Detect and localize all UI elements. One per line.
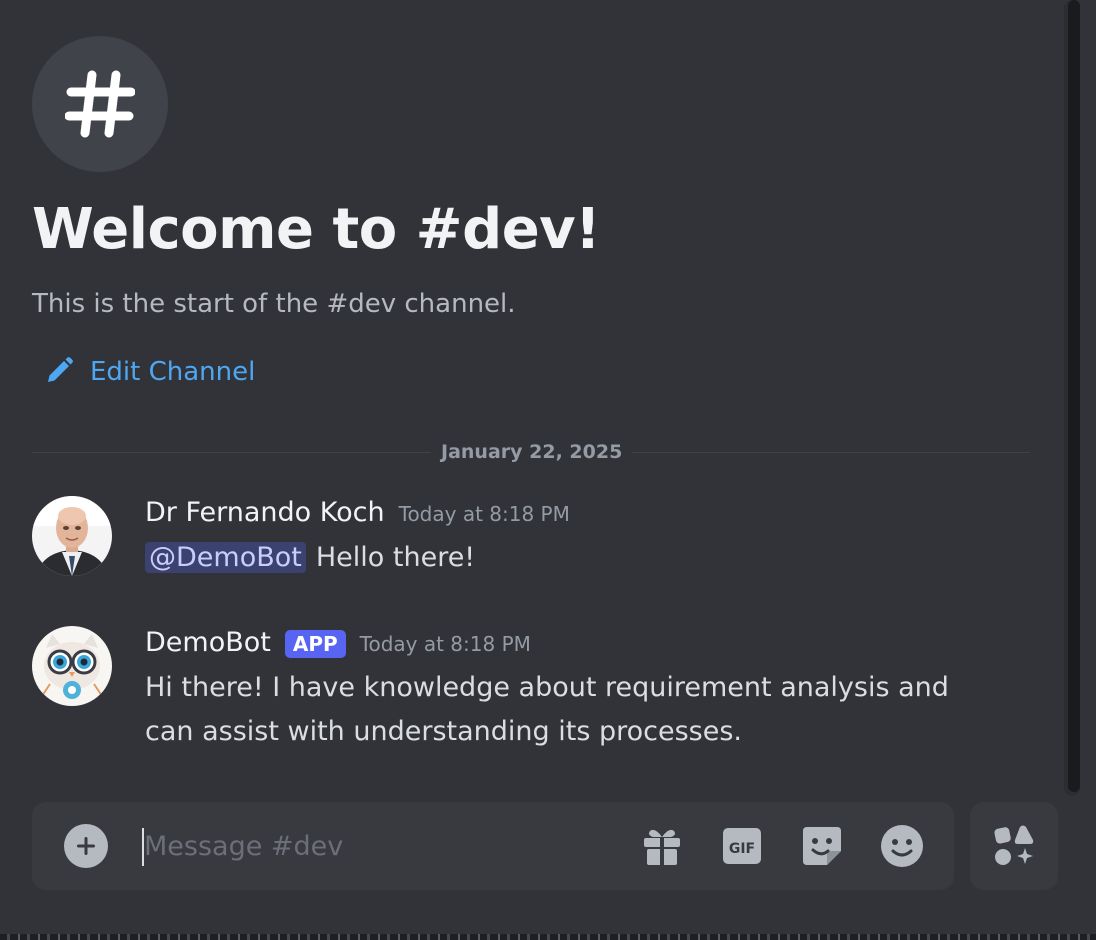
message-content: @DemoBot Hello there!: [145, 536, 475, 580]
avatar-fernando-koch[interactable]: [32, 496, 112, 576]
chat-view: Welcome to #dev! This is the start of th…: [0, 0, 1096, 940]
message-composer: GIF: [32, 802, 954, 890]
welcome-subtitle: This is the start of the #dev channel.: [32, 289, 516, 319]
message-text-line: can assist with understanding its proces…: [145, 716, 742, 747]
avatar-demobot[interactable]: [32, 626, 112, 706]
message-header: DemoBot APP Today at 8:18 PM: [145, 626, 531, 660]
plus-circle-icon[interactable]: [64, 824, 108, 868]
message-text-line: Hi there! I have knowledge about require…: [145, 672, 949, 703]
sticker-icon[interactable]: [800, 824, 844, 868]
message-author[interactable]: Dr Fernando Koch: [145, 496, 385, 530]
bottom-edge: [0, 934, 1096, 940]
emoji-icon[interactable]: [880, 824, 924, 868]
scrollbar-thumb[interactable]: [1068, 0, 1080, 792]
message-header: Dr Fernando Koch Today at 8:18 PM: [145, 496, 570, 530]
user-mention[interactable]: @DemoBot: [145, 542, 306, 573]
hashtag-icon: [32, 36, 168, 172]
gif-icon[interactable]: GIF: [720, 824, 764, 868]
message-input[interactable]: [144, 824, 624, 868]
edit-channel-button[interactable]: Edit Channel: [44, 354, 255, 390]
svg-text:GIF: GIF: [729, 841, 755, 857]
message-text: Hello there!: [315, 542, 476, 573]
edit-channel-label: Edit Channel: [90, 357, 256, 387]
message-timestamp[interactable]: Today at 8:18 PM: [399, 501, 570, 527]
gift-icon[interactable]: [640, 824, 684, 868]
pencil-icon: [44, 356, 76, 388]
app-badge: APP: [284, 630, 346, 658]
date-divider-label: January 22, 2025: [431, 440, 633, 464]
message-author[interactable]: DemoBot: [145, 626, 271, 660]
message-timestamp[interactable]: Today at 8:18 PM: [360, 631, 531, 657]
welcome-title: Welcome to #dev!: [32, 197, 601, 262]
apps-icon[interactable]: [970, 802, 1058, 890]
message-content: Hi there! I have knowledge about require…: [145, 666, 949, 754]
